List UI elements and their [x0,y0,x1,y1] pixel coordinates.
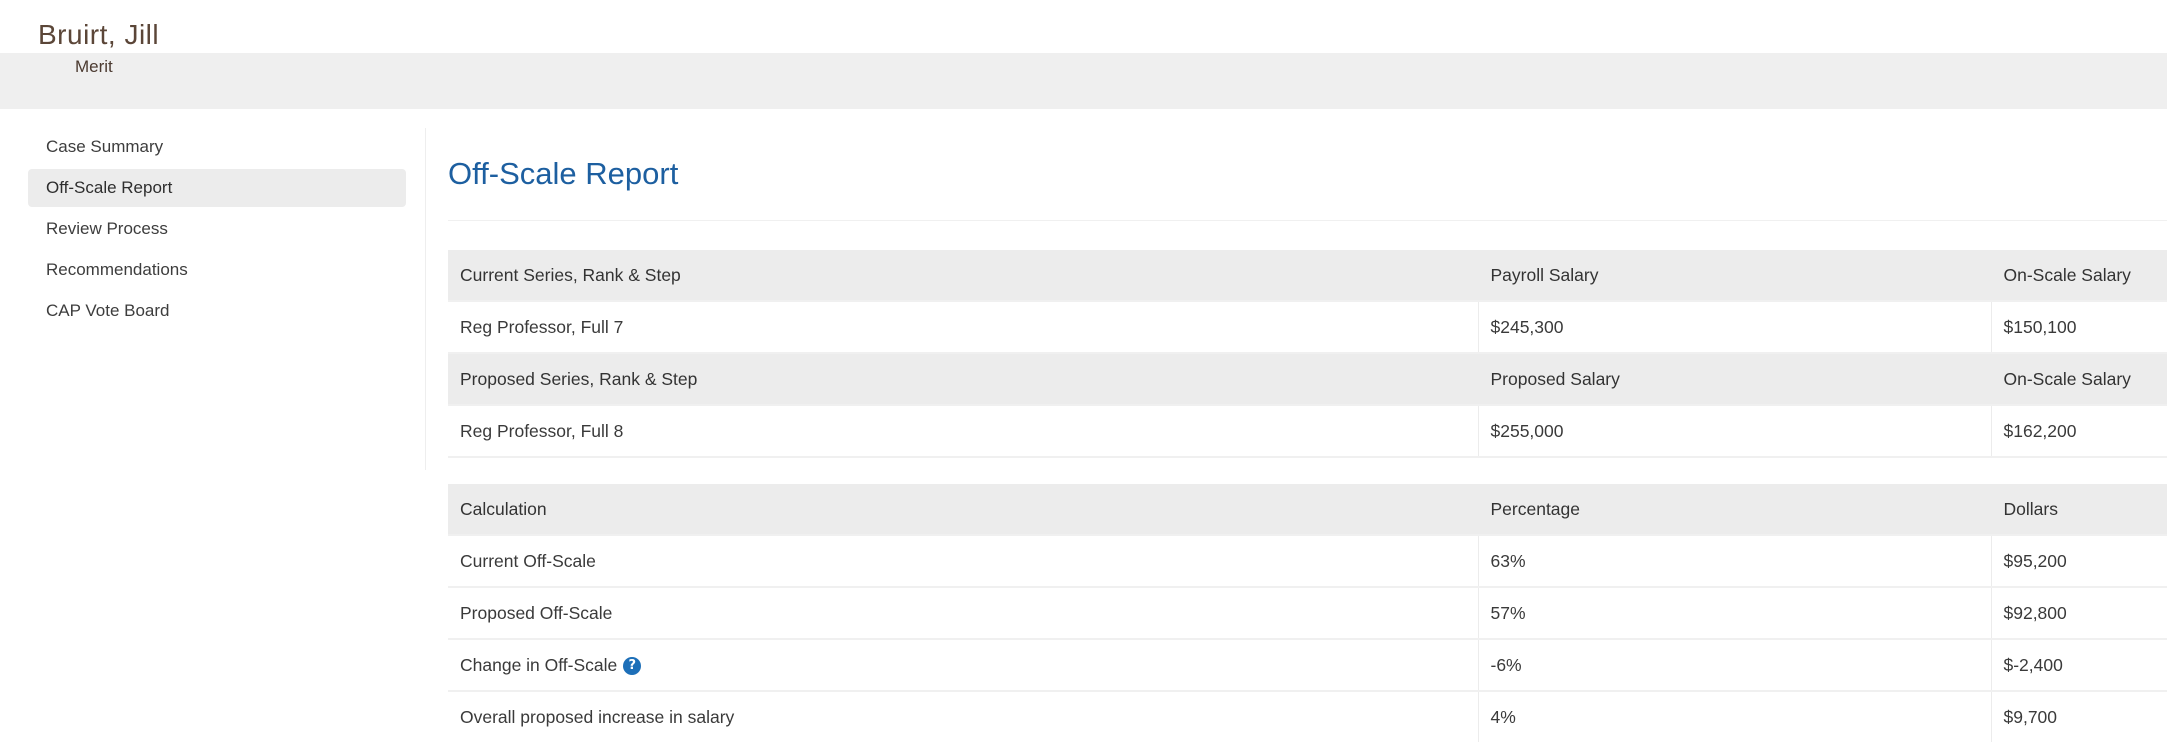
app-page: Bruirt, Jill Merit Case Summary Off-Scal… [0,0,2167,742]
column-header: Proposed Series, Rank & Step [448,353,1478,406]
calculation-header-row: Calculation Percentage Dollars [448,484,2167,536]
table-cell: $162,200 [1990,405,2167,458]
table-row: Overall proposed increase in salary 4% $… [448,691,2167,742]
column-header: Payroll Salary [1477,250,1991,302]
person-name-tab: Bruirt, Jill [7,9,265,53]
column-header: Calculation [448,484,1478,536]
table-cell: Reg Professor, Full 8 [448,405,1478,458]
table-cell: $245,300 [1477,301,1991,354]
sidebar-divider [425,128,426,470]
sidebar-nav: Case Summary Off-Scale Report Review Pro… [28,128,406,333]
table-cell: -6% [1477,639,1991,692]
person-name: Bruirt, Jill [38,19,160,50]
column-header: Proposed Salary [1477,353,1991,406]
column-header: Current Series, Rank & Step [448,250,1478,302]
title-divider [448,220,2167,221]
table-cell: Reg Professor, Full 7 [448,301,1478,354]
table-cell: $-2,400 [1990,639,2167,692]
change-in-off-scale-label: Change in Off-Scale [460,654,618,675]
table-cell: $95,200 [1990,535,2167,588]
table-row: Current Off-Scale 63% $95,200 [448,535,2167,588]
sidebar-item-cap-vote-board[interactable]: CAP Vote Board [28,292,406,330]
sidebar-item-case-summary[interactable]: Case Summary [28,128,406,166]
column-header: Dollars [1990,484,2167,536]
table-cell: Overall proposed increase in salary [448,691,1478,742]
table-row: Reg Professor, Full 7 $245,300 $150,100 [448,301,2167,354]
table-cell: Change in Off-Scale? [448,639,1478,692]
action-type-label: Merit [75,57,113,76]
table-cell: Proposed Off-Scale [448,587,1478,640]
column-header: On-Scale Salary [1990,250,2167,302]
proposed-series-header-row: Proposed Series, Rank & Step Proposed Sa… [448,353,2167,406]
sidebar-item-off-scale-report[interactable]: Off-Scale Report [28,169,406,207]
table-cell: $9,700 [1990,691,2167,742]
table-row: Proposed Off-Scale 57% $92,800 [448,587,2167,640]
off-scale-calculation-table: Calculation Percentage Dollars Current O… [448,484,2167,742]
sidebar-item-review-process[interactable]: Review Process [28,210,406,248]
table-cell: 57% [1477,587,1991,640]
sidebar-item-recommendations[interactable]: Recommendations [28,251,406,289]
table-cell: 63% [1477,535,1991,588]
column-header: On-Scale Salary [1990,353,2167,406]
header-band [0,53,2167,109]
table-cell: $92,800 [1990,587,2167,640]
table-cell: $150,100 [1990,301,2167,354]
current-series-header-row: Current Series, Rank & Step Payroll Sala… [448,250,2167,302]
column-header: Percentage [1477,484,1991,536]
table-cell: 4% [1477,691,1991,742]
table-row: Reg Professor, Full 8 $255,000 $162,200 [448,405,2167,458]
question-circle-icon[interactable]: ? [623,656,642,675]
page-title: Off-Scale Report [448,156,679,191]
table-cell: Current Off-Scale [448,535,1478,588]
table-cell: $255,000 [1477,405,1991,458]
table-row: Change in Off-Scale? -6% $-2,400 [448,639,2167,692]
series-rank-step-table: Current Series, Rank & Step Payroll Sala… [448,250,2167,458]
